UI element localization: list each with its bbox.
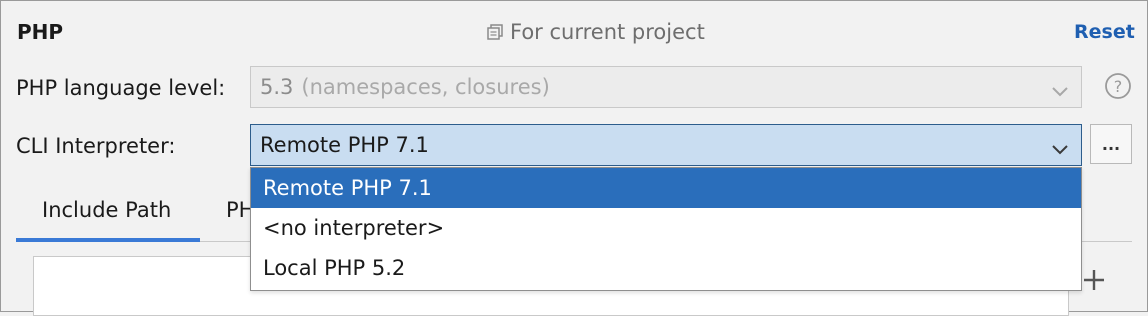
cli-interpreter-label: CLI Interpreter: (16, 134, 176, 158)
interpreter-option[interactable]: Local PHP 5.2 (251, 248, 1081, 288)
scope-indicator: For current project (486, 20, 705, 44)
active-tab-indicator (16, 238, 200, 242)
language-level-combo[interactable]: 5.3 (namespaces, closures) (250, 66, 1082, 108)
question-circle-icon[interactable]: ? (1104, 72, 1132, 100)
language-level-description: (namespaces, closures) (301, 75, 550, 99)
interpreter-option[interactable]: Remote PHP 7.1 (251, 168, 1081, 208)
interpreter-option[interactable]: <no interpreter> (251, 208, 1081, 248)
section-title: PHP (17, 20, 64, 44)
browse-interpreters-button[interactable]: ... (1090, 124, 1132, 164)
language-level-value: 5.3 (260, 75, 294, 99)
cli-interpreter-value: Remote PHP 7.1 (260, 133, 429, 157)
cli-interpreter-combo[interactable]: Remote PHP 7.1 (250, 124, 1082, 166)
language-level-label: PHP language level: (16, 76, 226, 100)
plus-icon[interactable] (1082, 268, 1106, 292)
reset-link[interactable]: Reset (1074, 21, 1135, 43)
tab-include-path[interactable]: Include Path (42, 198, 171, 222)
scope-label: For current project (510, 20, 705, 44)
chevron-down-icon (1051, 79, 1069, 103)
svg-text:?: ? (1114, 77, 1123, 96)
copy-icon (486, 23, 504, 41)
interpreter-dropdown-list: Remote PHP 7.1 <no interpreter> Local PH… (250, 167, 1082, 291)
chevron-down-icon (1051, 137, 1069, 161)
